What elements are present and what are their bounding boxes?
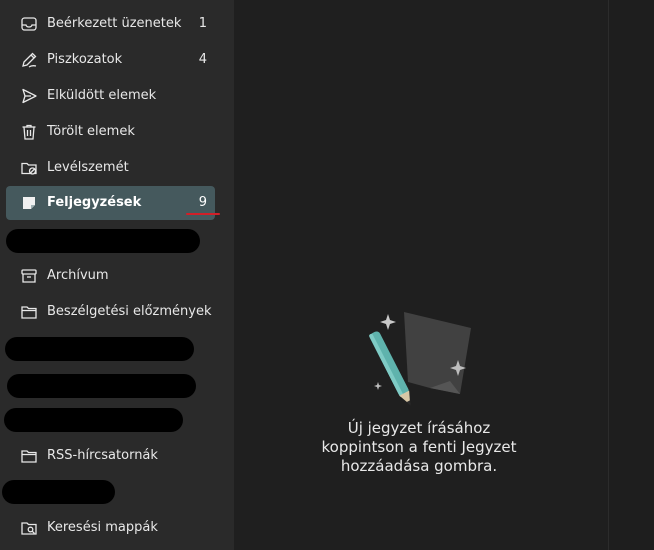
archive-icon <box>20 267 38 285</box>
redacted-folder <box>4 408 183 432</box>
folder-icon <box>20 447 38 465</box>
folder-label: Feljegyzések <box>47 195 142 210</box>
folder-label: Archívum <box>47 268 109 283</box>
folder-label: Keresési mappák <box>47 520 158 535</box>
empty-state-line: koppintson a fenti Jegyzet <box>321 438 517 456</box>
folder-rss-feeds[interactable]: RSS-hírcsatornák <box>6 439 215 473</box>
empty-state-line: hozzáadása gombra. <box>340 457 498 475</box>
trash-icon <box>20 123 38 141</box>
folder-conversation-history[interactable]: Beszélgetési előzmények <box>6 295 215 329</box>
redacted-folder <box>6 229 200 253</box>
draft-count: 4 <box>198 52 207 67</box>
count-underline <box>186 213 220 215</box>
junk-folder-icon <box>20 159 38 177</box>
send-icon <box>20 87 38 105</box>
folder-deleted[interactable]: Törölt elemek <box>6 115 215 149</box>
folder-label: Beszélgetési előzmények <box>47 304 212 319</box>
folder-inbox[interactable]: Beérkezett üzenetek 1 <box>6 7 215 41</box>
folder-drafts[interactable]: Piszkozatok 4 <box>6 43 215 77</box>
inbox-icon <box>20 15 38 33</box>
folder-icon <box>20 303 38 321</box>
folder-notes[interactable]: Feljegyzések 9 <box>6 186 215 220</box>
folder-pane: Beérkezett üzenetek 1 Piszkozatok 4 Elkü… <box>0 0 234 550</box>
folder-label: Piszkozatok <box>47 52 123 67</box>
folder-archive[interactable]: Archívum <box>6 259 215 293</box>
folder-search-folders[interactable]: Keresési mappák <box>6 511 215 545</box>
reading-pane <box>608 0 654 550</box>
folder-label: Levélszemét <box>47 160 129 175</box>
folder-label: Elküldött elemek <box>47 88 157 103</box>
folder-label: RSS-hírcsatornák <box>47 448 158 463</box>
folder-junk[interactable]: Levélszemét <box>6 151 215 185</box>
redacted-folder <box>5 337 194 361</box>
folder-sent[interactable]: Elküldött elemek <box>6 79 215 113</box>
folder-label: Beérkezett üzenetek <box>47 16 182 31</box>
folder-label: Törölt elemek <box>47 124 135 139</box>
pencil-icon <box>20 51 38 69</box>
note-icon <box>20 194 38 212</box>
redacted-folder <box>7 374 196 398</box>
empty-state-line: Új jegyzet írásához <box>347 419 491 437</box>
search-folder-icon <box>20 519 38 537</box>
note-pencil-illustration <box>364 308 474 414</box>
redacted-folder <box>2 480 115 504</box>
empty-state-message: Új jegyzet írásához koppintson a fenti J… <box>294 419 544 476</box>
unread-count: 1 <box>198 16 207 31</box>
